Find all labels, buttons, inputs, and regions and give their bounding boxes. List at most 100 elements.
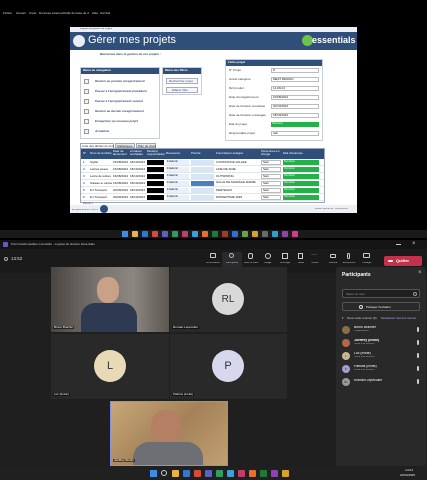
menu-create[interactable]: Créer — [29, 12, 37, 15]
mic-icon[interactable] — [417, 340, 419, 345]
taskbar-app-icon[interactable] — [272, 231, 278, 237]
taskbar-app-icon[interactable] — [142, 231, 148, 237]
menu-db-tools[interactable]: Outils de base de données — [63, 12, 89, 15]
taskbar-app-icon[interactable] — [183, 470, 190, 477]
leave-button[interactable]: Quitter — [384, 256, 422, 266]
participant-role: Invité à la réunion — [354, 343, 375, 345]
cell-people: Sam — [261, 160, 281, 165]
taskbar-app-icon[interactable] — [249, 470, 256, 477]
cell-status: Terminé — [283, 188, 319, 193]
field-wished-date[interactable]: 20/10/2024 — [271, 104, 319, 109]
nav-prev-button[interactable]: Passer à l'enregistrement précédent — [83, 88, 157, 96]
taskbar-app-icon[interactable] — [282, 231, 288, 237]
mute-all-link[interactable]: Désactiver tous les micros — [381, 317, 423, 320]
nav-last-label: Revenir au dernier enregistrement — [95, 110, 144, 113]
taskbar-app-icon[interactable] — [212, 231, 218, 237]
taskbar-app-icon[interactable] — [222, 231, 228, 237]
taskbar-app-icon[interactable] — [194, 470, 201, 477]
participant-row[interactable]: L Luc (Invité) Invité à la réunion — [340, 351, 424, 362]
nav-next-button[interactable]: Passer à l'enregistrement suivant — [83, 98, 157, 106]
taskbar-app-icon[interactable] — [260, 470, 267, 477]
teams-taskbar-icon[interactable] — [205, 470, 212, 477]
toolbar-react-label: Réagir — [264, 262, 272, 264]
video-tile-luc[interactable]: L Luc (Invité) — [51, 334, 169, 399]
field-label-wished-date: Date de livraison souhaitée — [229, 105, 266, 108]
video-tile-joeffrey[interactable]: Joeffrey Boulin — [110, 401, 228, 466]
field-planned-date[interactable]: 18/10/2024 — [271, 113, 319, 118]
taskbar-app-icon[interactable] — [202, 231, 208, 237]
taskbar-app-icon[interactable] — [152, 231, 158, 237]
taskbar-app-icon[interactable] — [216, 470, 223, 477]
mic-icon[interactable] — [417, 327, 419, 332]
participant-search-input[interactable]: Tapez un nom — [342, 289, 420, 298]
table-row[interactable]: 1 Stylist 15/08/2024 18/10/2024 Frédéric… — [81, 160, 324, 166]
nav-first-button[interactable]: Revenir au premier enregistrement — [83, 78, 157, 86]
refresh-icon — [84, 129, 89, 134]
menu-file[interactable]: Fichier — [3, 12, 12, 15]
cell-wished: 18/10/2024 — [130, 175, 146, 178]
taskbar-app-icon[interactable] — [132, 231, 138, 237]
taskbar-app-icon[interactable] — [242, 231, 248, 237]
participant-row[interactable]: Bruno Bracher Organisateur — [340, 325, 424, 336]
taskbar-app-icon[interactable] — [252, 231, 258, 237]
person-head — [151, 410, 181, 444]
toolbar-more-button[interactable]: ··· Autres — [308, 252, 322, 270]
field-ref[interactable]: 14-09-01 — [271, 86, 319, 91]
menu-acrobat[interactable]: Acrobat — [100, 12, 110, 15]
taskbar-app-icon[interactable] — [192, 231, 198, 237]
share-invite-button[interactable]: Partager l'invitation — [342, 302, 420, 311]
taskbar-app-icon[interactable] — [262, 231, 268, 237]
participants-title: Participants — [342, 272, 371, 278]
field-category[interactable]: MEAT DESIGN — [271, 77, 319, 82]
access-date: Mode d'accès le : 10/08/2024 — [315, 208, 348, 210]
chevron-down-icon[interactable]: ▾ — [342, 317, 344, 320]
table-row[interactable]: 2 Lettres peaux 16/08/2024 18/10/2024 Fr… — [81, 167, 324, 173]
table-row[interactable]: 6 DJ Transport 20/09/2024 18/10/2024 Fré… — [81, 195, 324, 201]
participant-row[interactable]: Joeffrey (Invité) Invité à la réunion — [340, 338, 424, 349]
taskbar-app-icon[interactable] — [271, 470, 278, 477]
close-panel-icon[interactable]: × — [418, 270, 422, 277]
taskbar-app-icon[interactable] — [238, 470, 245, 477]
menu-home[interactable]: Accueil — [16, 12, 26, 15]
nav-new-button[interactable]: Enregistrer un nouveau projet — [83, 118, 157, 126]
nav-last-button[interactable]: Revenir au dernier enregistrement — [83, 108, 157, 116]
add-person-icon — [359, 305, 363, 309]
table-row[interactable]: 4 Gâteau et cartes 16/08/2024 18/10/2024… — [81, 181, 324, 187]
taskbar-app-icon[interactable] — [172, 470, 179, 477]
field-owner[interactable]: sab — [271, 131, 319, 136]
nav-first-label: Revenir au premier enregistrement — [95, 80, 145, 83]
nav-refresh-button[interactable]: Actualiser — [83, 128, 157, 136]
video-tile-patricia[interactable]: P Patricia (Invité) — [170, 334, 287, 399]
toolbar-notes-button[interactable]: Notes — [294, 252, 308, 270]
field-status[interactable]: Terminé — [271, 122, 319, 127]
mic-icon[interactable] — [417, 353, 419, 358]
search-project-button[interactable]: Rechercher projet — [166, 78, 198, 84]
start-icon[interactable] — [122, 231, 128, 237]
taskbar-app-icon[interactable] — [182, 231, 188, 237]
table-row[interactable]: 5 DJ Transport 20/09/2024 18/10/2024 Fré… — [81, 188, 324, 194]
mic-icon[interactable] — [417, 379, 419, 384]
minimize-icon[interactable] — [396, 244, 401, 245]
table-row[interactable]: 3 Lettre de lettres 16/08/2024 18/10/202… — [81, 174, 324, 180]
taskbar-app-icon[interactable] — [282, 470, 289, 477]
close-icon[interactable]: × — [412, 241, 416, 248]
participant-row[interactable]: RL Romain Lepéculler — [340, 377, 424, 388]
cell-mode-redacted — [147, 167, 164, 172]
taskbar-app-icon[interactable] — [292, 231, 298, 237]
taskbar-app-icon[interactable] — [232, 231, 238, 237]
field-reg-date[interactable]: 10/08/2024 — [271, 95, 319, 100]
menu-external-data[interactable]: Données externes — [39, 12, 63, 15]
search-icon[interactable] — [161, 470, 167, 476]
video-tile-bruno[interactable]: Bruno Bracher — [51, 267, 169, 332]
clear-filter-button[interactable]: Effacer filtre — [166, 87, 198, 93]
taskbar-app-icon[interactable] — [162, 231, 168, 237]
start-icon[interactable] — [150, 470, 157, 477]
video-tile-romain[interactable]: RL Romain Lepéculler — [170, 267, 287, 332]
menu-help[interactable]: Aide — [92, 12, 98, 15]
logo-text: essentials — [312, 35, 356, 45]
taskbar-app-icon[interactable] — [172, 231, 178, 237]
mic-icon[interactable] — [417, 366, 419, 371]
taskbar-app-icon[interactable] — [227, 470, 234, 477]
participant-row[interactable]: P Patricia (Invité) Invité à la réunion — [340, 364, 424, 375]
field-id[interactable]: 8 — [271, 68, 319, 73]
